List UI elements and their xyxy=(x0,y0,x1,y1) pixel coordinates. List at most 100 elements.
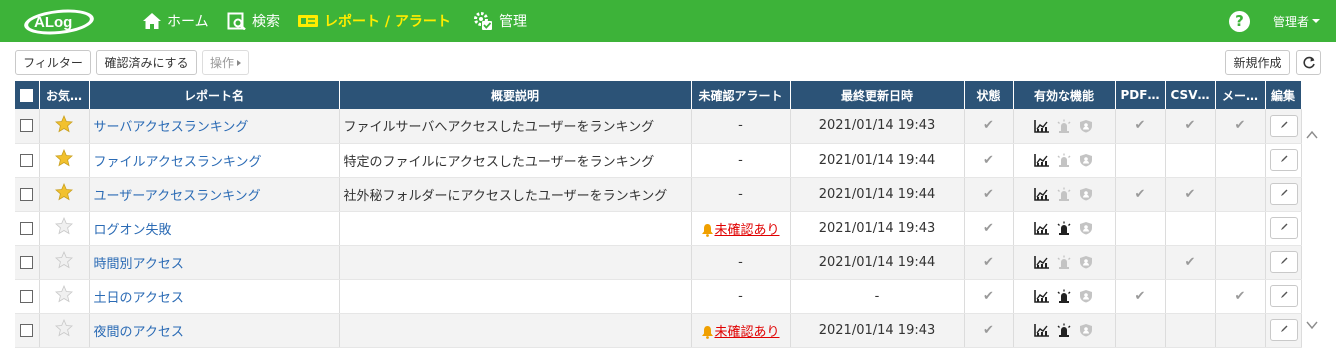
col-description[interactable]: 概要説明 xyxy=(339,81,692,109)
last-updated-cell: - xyxy=(790,279,965,314)
edit-button[interactable] xyxy=(1269,149,1298,171)
operations-button[interactable]: 操作 xyxy=(202,50,249,75)
refresh-button[interactable] xyxy=(1296,50,1321,75)
col-features[interactable]: 有効な機能 xyxy=(1013,81,1116,109)
report-name-link[interactable]: ファイルアクセスランキング xyxy=(94,155,262,170)
row-select-cell[interactable] xyxy=(15,143,40,178)
home-icon xyxy=(143,13,161,29)
shield-user-icon xyxy=(1080,324,1092,337)
star-empty-icon[interactable] xyxy=(55,216,73,235)
alog-logo[interactable]: ALog xyxy=(22,7,96,36)
star-empty-icon[interactable] xyxy=(55,284,73,303)
feature-icons xyxy=(1018,289,1111,303)
report-name-link[interactable]: ログオン失敗 xyxy=(94,223,172,238)
table-row[interactable]: ユーザーアクセスランキング 社外秘フォルダーにアクセスしたユーザーをランキング - 2… xyxy=(15,177,1302,212)
favorite-cell[interactable] xyxy=(39,177,90,212)
row-select-cell[interactable] xyxy=(15,279,40,314)
row-select-cell[interactable] xyxy=(15,211,40,246)
caret-down-icon xyxy=(1312,19,1321,23)
row-select-cell[interactable] xyxy=(15,109,40,144)
edit-button[interactable] xyxy=(1269,319,1298,341)
help-icon[interactable]: ? xyxy=(1229,11,1250,32)
scroll-down-icon[interactable] xyxy=(1306,321,1318,330)
alert-cell[interactable]: 未確認あり xyxy=(691,313,791,348)
row-checkbox[interactable] xyxy=(20,153,34,167)
table-row[interactable]: 土日のアクセス - - ✔ ✔ ✔ xyxy=(15,279,1302,314)
table-row[interactable]: ログオン失敗 未確認あり 2021/01/14 19:43 ✔ xyxy=(15,211,1302,246)
scroll-up-icon[interactable] xyxy=(1306,130,1318,139)
row-checkbox[interactable] xyxy=(20,119,34,133)
report-name-link[interactable]: 時間別アクセス xyxy=(94,257,184,272)
report-name-link[interactable]: ユーザーアクセスランキング xyxy=(94,189,261,204)
alarm-light-icon xyxy=(1057,187,1071,201)
col-unconfirmed-alert[interactable]: 未確認アラート xyxy=(691,81,791,109)
edit-button[interactable] xyxy=(1269,285,1298,307)
mark-confirmed-button[interactable]: 確認済みにする xyxy=(96,50,197,75)
unconfirmed-alert-link[interactable]: 未確認あり xyxy=(714,325,779,340)
select-all-cell[interactable] xyxy=(15,81,40,109)
user-menu[interactable]: 管理者 xyxy=(1273,0,1321,42)
star-empty-icon[interactable] xyxy=(55,318,73,337)
edit-cell xyxy=(1265,177,1302,212)
edit-button[interactable] xyxy=(1269,183,1298,205)
favorite-cell[interactable] xyxy=(39,109,90,144)
col-favorite[interactable]: お気… xyxy=(39,81,90,109)
favorite-cell[interactable] xyxy=(39,245,90,280)
unconfirmed-alert-link[interactable]: 未確認あり xyxy=(714,223,779,238)
star-filled-icon[interactable] xyxy=(55,148,73,167)
report-name-link[interactable]: 夜間のアクセス xyxy=(94,325,184,340)
last-updated-cell: 2021/01/14 19:44 xyxy=(790,245,965,280)
table-row[interactable]: ファイルアクセスランキング 特定のファイルにアクセスしたユーザーをランキング - 20… xyxy=(15,143,1302,178)
gear-check-icon xyxy=(474,12,492,30)
col-csv[interactable]: CSV… xyxy=(1165,81,1216,109)
row-select-cell[interactable] xyxy=(15,245,40,280)
favorite-cell[interactable] xyxy=(39,143,90,178)
favorite-cell[interactable] xyxy=(39,211,90,246)
star-filled-icon[interactable] xyxy=(55,182,73,201)
alert-cell[interactable]: 未確認あり xyxy=(691,211,791,246)
table-row[interactable]: 夜間のアクセス 未確認あり 2021/01/14 19:43 ✔ xyxy=(15,313,1302,348)
col-pdf[interactable]: PDF… xyxy=(1115,81,1166,109)
star-filled-icon[interactable] xyxy=(55,114,73,133)
new-report-button[interactable]: 新規作成 xyxy=(1225,50,1290,75)
star-empty-icon[interactable] xyxy=(55,250,73,269)
chart-icon xyxy=(1034,188,1049,201)
nav-search[interactable]: 検索 xyxy=(227,0,280,42)
table-row[interactable]: サーバアクセスランキング ファイルサーバへアクセスしたユーザーをランキング - 202… xyxy=(15,109,1302,144)
report-name-cell: ユーザーアクセスランキング xyxy=(89,177,340,212)
row-checkbox[interactable] xyxy=(20,187,34,201)
select-all-checkbox[interactable] xyxy=(20,89,34,102)
col-report-name[interactable]: レポート名 xyxy=(89,81,340,109)
refresh-icon xyxy=(1302,56,1315,68)
description-cell: 社外秘フォルダーにアクセスしたユーザーをランキング xyxy=(339,177,692,212)
filter-button[interactable]: フィルター xyxy=(15,50,91,75)
row-checkbox[interactable] xyxy=(20,323,34,337)
nav-admin[interactable]: 管理 xyxy=(472,0,527,42)
table-row[interactable]: 時間別アクセス -2021/01/14 19:44 ✔ ✔ xyxy=(15,245,1302,280)
favorite-cell[interactable] xyxy=(39,279,90,314)
col-mail[interactable]: メー… xyxy=(1215,81,1266,109)
row-select-cell[interactable] xyxy=(15,177,40,212)
edit-cell xyxy=(1265,245,1302,280)
row-checkbox[interactable] xyxy=(20,289,34,303)
nav-home[interactable]: ホーム xyxy=(142,0,209,42)
col-status[interactable]: 状態 xyxy=(964,81,1014,109)
edit-button[interactable] xyxy=(1269,217,1298,239)
col-last-updated[interactable]: 最終更新日時 xyxy=(790,81,965,109)
edit-button[interactable] xyxy=(1269,114,1298,137)
edit-cell xyxy=(1265,313,1302,348)
description-cell: ファイルサーバへアクセスしたユーザーをランキング xyxy=(339,109,692,144)
favorite-cell[interactable] xyxy=(39,313,90,348)
edit-button[interactable] xyxy=(1269,251,1298,273)
report-name-link[interactable]: サーバアクセスランキング xyxy=(94,120,249,135)
row-select-cell[interactable] xyxy=(15,313,40,348)
table-scrollbar[interactable] xyxy=(1303,110,1321,350)
report-name-cell: サーバアクセスランキング xyxy=(89,109,340,144)
features-cell xyxy=(1013,143,1116,178)
nav-reports[interactable]: レポート / アラート xyxy=(297,0,451,42)
pdf-cell: ✔ xyxy=(1115,279,1166,314)
report-name-link[interactable]: 土日のアクセス xyxy=(94,291,184,306)
row-checkbox[interactable] xyxy=(20,255,34,269)
nav-reports-label: レポート / アラート xyxy=(324,14,451,30)
row-checkbox[interactable] xyxy=(20,221,34,235)
